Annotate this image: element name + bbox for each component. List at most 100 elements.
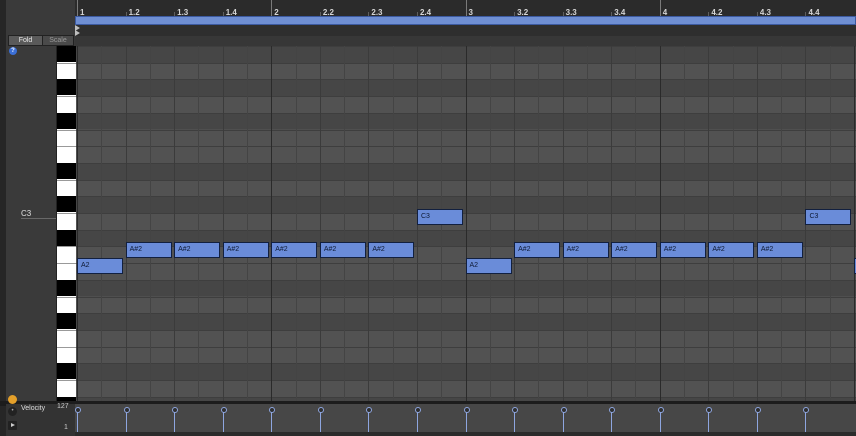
black-key[interactable] — [57, 112, 76, 129]
grid-line — [198, 46, 200, 401]
white-key-edge — [57, 213, 76, 214]
white-key-edge — [57, 263, 76, 265]
midi-note[interactable]: A2 — [465, 258, 512, 274]
midi-note[interactable]: A#2 — [271, 242, 318, 258]
velocity-handle[interactable] — [317, 407, 324, 413]
grid-line — [344, 46, 346, 401]
midi-note[interactable]: A#2 — [125, 242, 172, 258]
midi-note[interactable]: A#2 — [368, 242, 415, 258]
black-key[interactable] — [57, 279, 76, 296]
c3-key-line — [21, 218, 56, 219]
velocity-stem[interactable] — [514, 410, 516, 432]
black-key[interactable] — [57, 196, 76, 213]
midi-note[interactable]: A#2 — [611, 242, 658, 258]
velocity-stem[interactable] — [77, 410, 78, 432]
grid-line — [732, 46, 734, 401]
velocity-handle[interactable] — [512, 407, 519, 413]
velocity-stem[interactable] — [319, 410, 321, 432]
velocity-handle[interactable] — [609, 407, 616, 413]
grid-line — [246, 46, 248, 401]
loop-brace[interactable] — [75, 16, 856, 25]
grid-line — [271, 46, 273, 401]
white-key-edge — [57, 346, 76, 348]
midi-note[interactable]: C3 — [805, 209, 852, 225]
velocity-stem[interactable] — [174, 410, 176, 432]
velocity-stem[interactable] — [562, 410, 564, 432]
midi-note[interactable]: C3 — [416, 209, 463, 225]
grid-line — [149, 46, 151, 401]
velocity-handle[interactable] — [220, 407, 227, 413]
collapse-icon[interactable] — [8, 395, 17, 404]
c3-key-label: C3 — [21, 209, 32, 218]
white-key-edge — [57, 296, 76, 298]
grid-line — [489, 46, 491, 401]
grid-line — [756, 46, 758, 401]
velocity-toggle-icon[interactable]: • — [8, 407, 17, 416]
play-icon[interactable] — [8, 421, 17, 430]
fold-button[interactable]: Fold — [8, 35, 43, 46]
velocity-stem[interactable] — [271, 410, 273, 432]
velocity-handle[interactable] — [463, 407, 470, 413]
velocity-stem[interactable] — [416, 410, 418, 432]
grid-line — [538, 46, 540, 401]
grid-line — [611, 46, 613, 401]
piano-keyboard[interactable] — [56, 46, 76, 401]
grid-line — [854, 46, 855, 401]
midi-note[interactable]: A#2 — [756, 242, 803, 258]
midi-note[interactable]: A#2 — [659, 242, 706, 258]
grid-line — [77, 46, 78, 401]
black-key[interactable] — [57, 363, 76, 380]
velocity-handle[interactable] — [706, 407, 713, 413]
velocity-handle[interactable] — [657, 407, 664, 413]
black-key[interactable] — [57, 79, 76, 96]
velocity-max-label: 127 — [57, 403, 69, 410]
black-key[interactable] — [57, 46, 76, 62]
velocity-stem[interactable] — [125, 410, 127, 432]
velocity-handle[interactable] — [414, 407, 421, 413]
black-key[interactable] — [57, 229, 76, 246]
midi-note[interactable]: A#2 — [319, 242, 366, 258]
velocity-handle[interactable] — [172, 407, 179, 413]
grid-line — [708, 46, 710, 401]
velocity-handle[interactable] — [803, 407, 810, 413]
velocity-handle[interactable] — [754, 407, 761, 413]
midi-note[interactable]: A2 — [77, 258, 123, 274]
velocity-lane[interactable] — [75, 404, 856, 432]
velocity-handle[interactable] — [560, 407, 567, 413]
midi-note[interactable]: A#2 — [708, 242, 755, 258]
grid-line — [368, 46, 370, 401]
velocity-handle[interactable] — [123, 407, 130, 413]
velocity-handle[interactable] — [269, 407, 276, 413]
grid-line — [586, 46, 588, 401]
black-key[interactable] — [57, 162, 76, 179]
midi-note[interactable]: A#2 — [174, 242, 221, 258]
velocity-stem[interactable] — [465, 410, 467, 432]
velocity-handle[interactable] — [75, 407, 81, 413]
velocity-stem[interactable] — [611, 410, 613, 432]
black-key[interactable] — [57, 313, 76, 330]
midi-note[interactable]: A#2 — [562, 242, 609, 258]
grid-line — [222, 46, 224, 401]
white-key-edge — [57, 129, 76, 131]
velocity-stem[interactable] — [805, 410, 807, 432]
white-key-edge — [57, 62, 76, 64]
note-editor-grid[interactable] — [75, 46, 856, 401]
velocity-stem[interactable] — [708, 410, 710, 432]
bottom-edge — [75, 432, 856, 436]
grid-line — [659, 46, 661, 401]
white-key-edge — [57, 246, 76, 248]
grid-line — [635, 46, 637, 401]
white-key-edge — [57, 380, 76, 381]
midi-note[interactable]: A#2 — [222, 242, 269, 258]
velocity-stem[interactable] — [222, 410, 224, 432]
velocity-stem[interactable] — [756, 410, 758, 432]
velocity-stem[interactable] — [368, 410, 370, 432]
white-key-edge — [57, 329, 76, 331]
velocity-stem[interactable] — [659, 410, 661, 432]
midi-note[interactable]: A#2 — [514, 242, 561, 258]
help-icon[interactable]: ? — [9, 47, 17, 55]
grid-line — [562, 46, 564, 401]
grid-line — [319, 46, 321, 401]
velocity-handle[interactable] — [366, 407, 373, 413]
scale-button[interactable]: Scale — [42, 35, 74, 46]
